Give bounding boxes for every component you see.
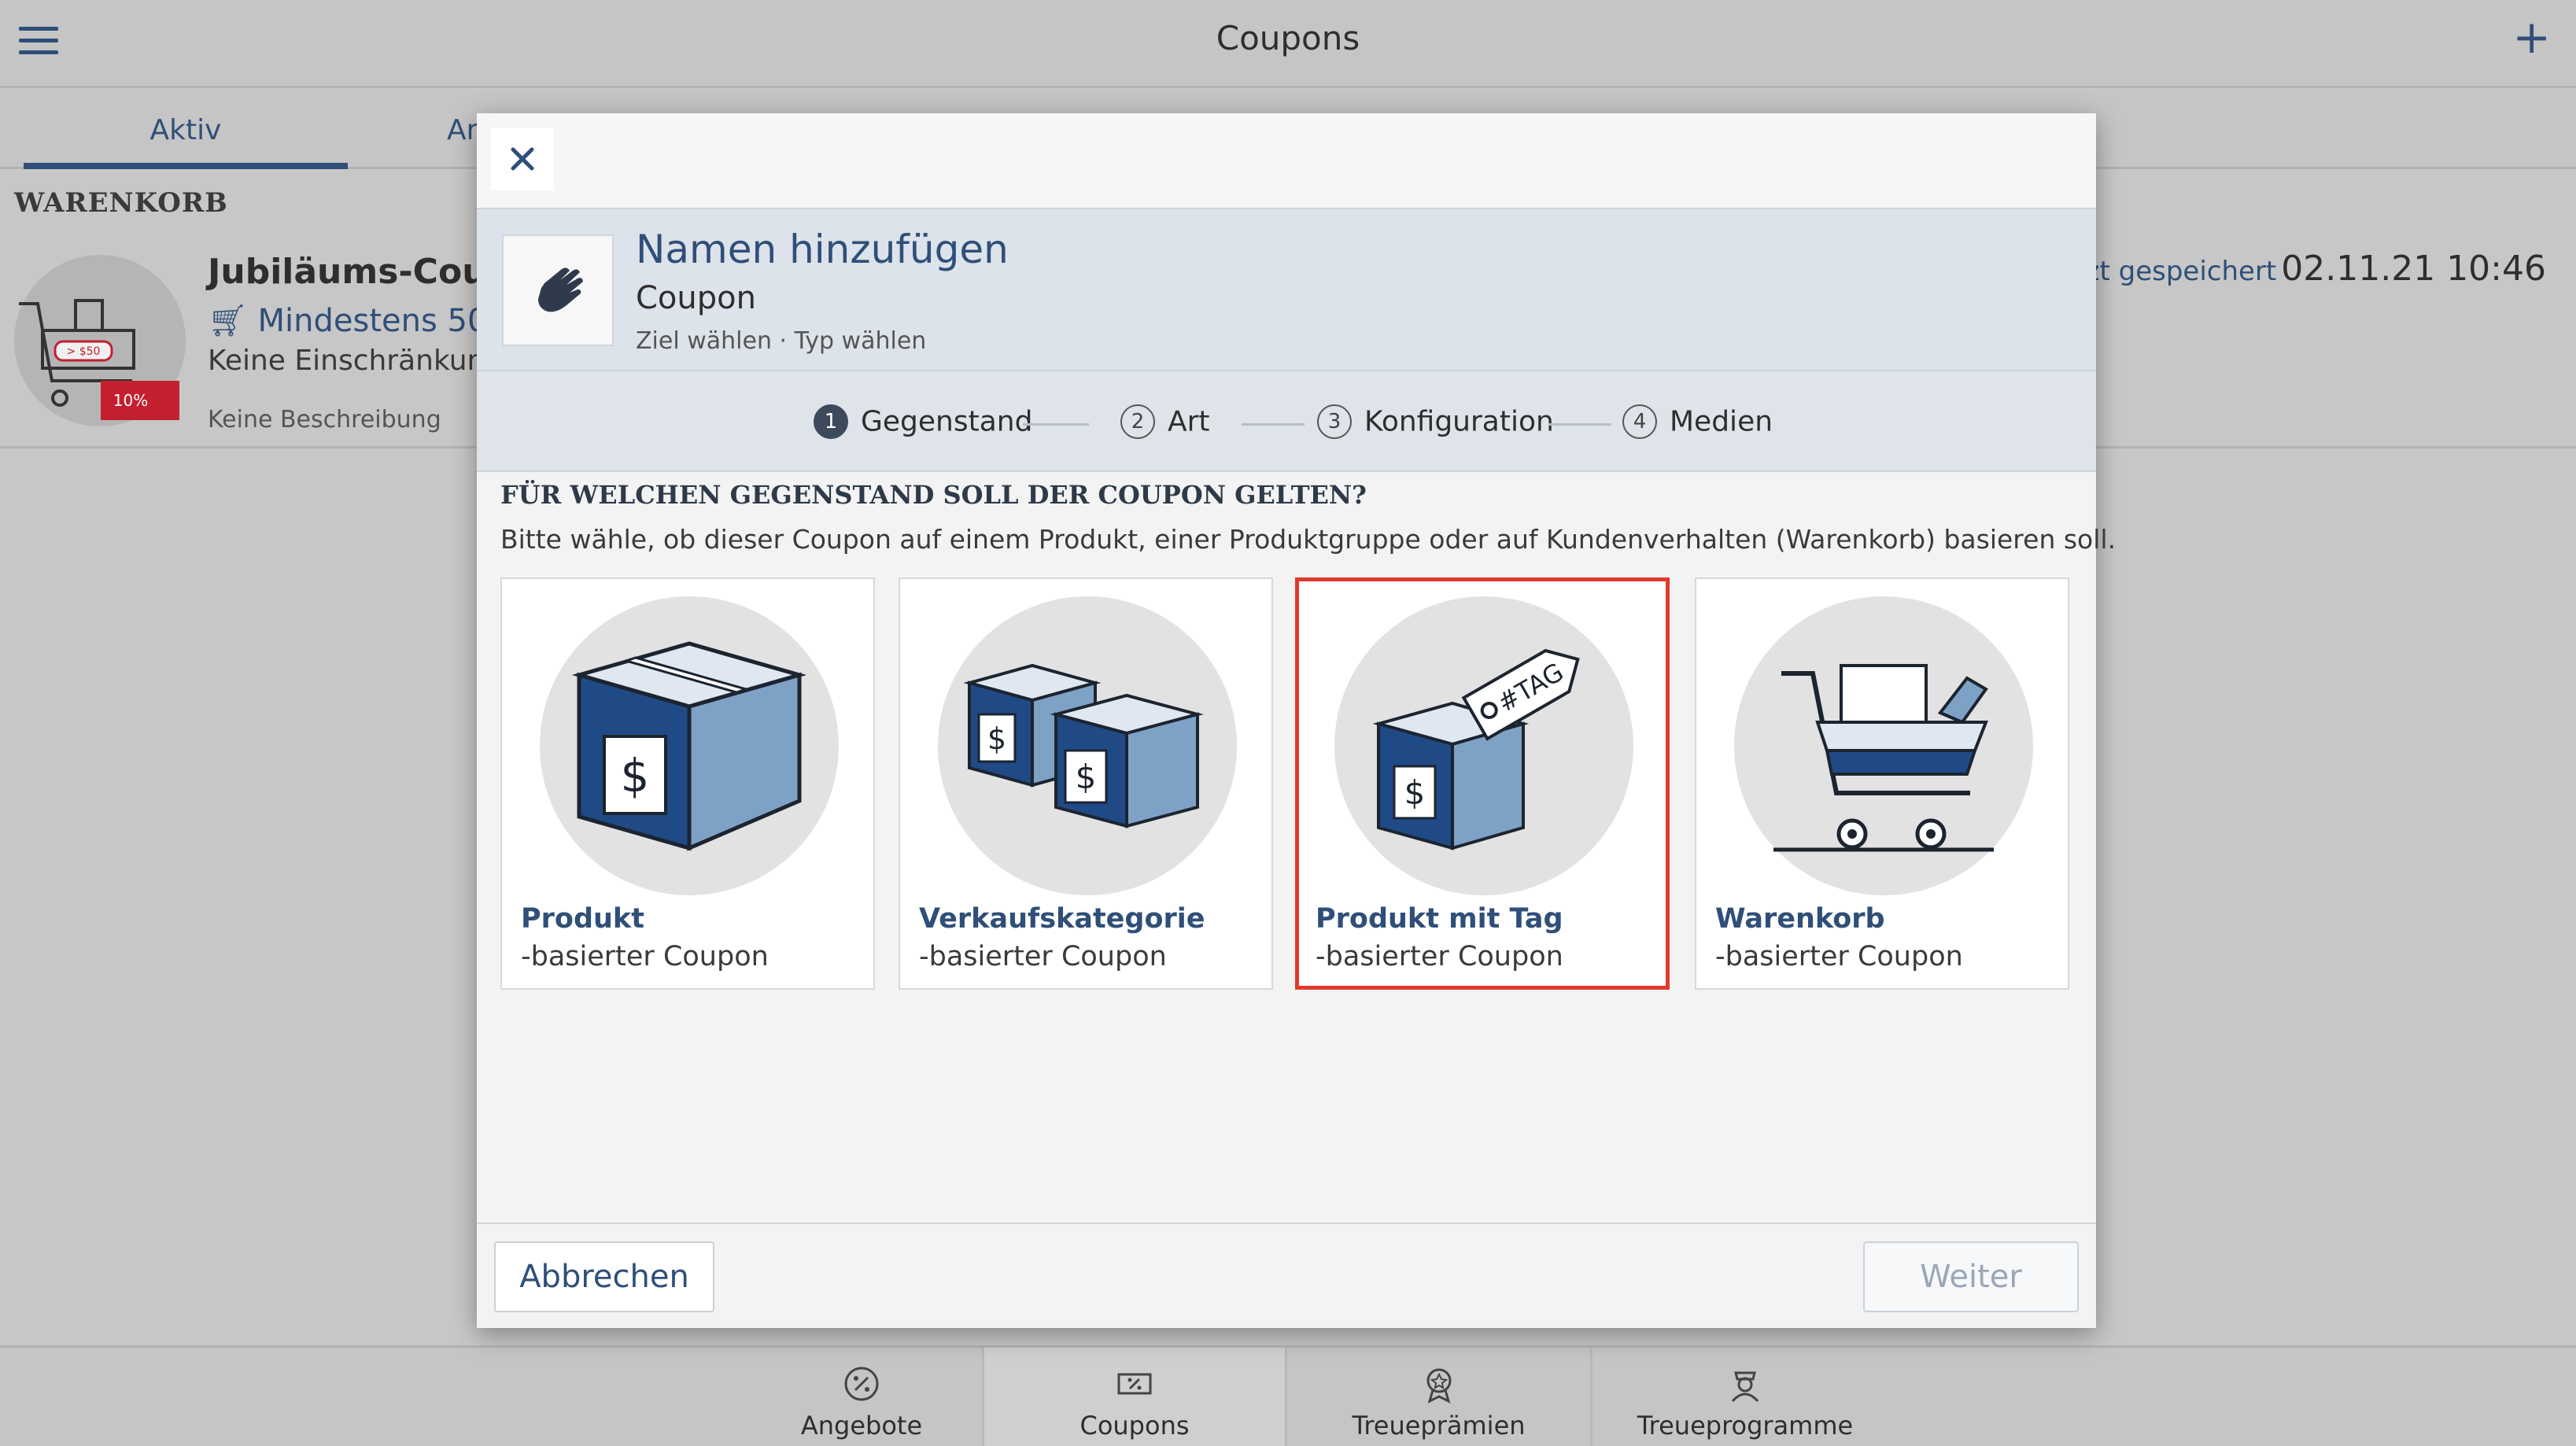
nav-treuepraemien[interactable]: Treueprämien bbox=[1287, 1348, 1592, 1446]
bottom-navigation: Angebote Coupons Treueprämien Treueprogr… bbox=[0, 1345, 2576, 1446]
step-medien: 4 Medien bbox=[1622, 404, 1773, 439]
step-connector bbox=[1548, 423, 1611, 426]
step-art: 2 Art bbox=[1120, 404, 1210, 439]
tagged-box-icon: $ #TAG bbox=[1334, 596, 1633, 895]
top-bar: Coupons + bbox=[0, 0, 2576, 88]
question-explanation: Bitte wähle, ob dieser Coupon auf einem … bbox=[500, 524, 2117, 555]
person-icon bbox=[1731, 1371, 1759, 1403]
plus-icon[interactable]: + bbox=[2512, 14, 2551, 60]
step-number: 3 bbox=[1317, 404, 1352, 439]
option-title: Verkaufskategorie bbox=[919, 903, 1205, 935]
option-title: Produkt mit Tag bbox=[1316, 903, 1563, 935]
last-saved: zuletzt gespeichert 02.11.21 10:46 bbox=[2021, 249, 2546, 289]
option-title: Produkt bbox=[521, 903, 644, 935]
option-title: Warenkorb bbox=[1715, 903, 1885, 935]
coupon-thumbnail: > $50 10% bbox=[14, 255, 186, 426]
cart-discount-icon: > $50 10% bbox=[19, 299, 179, 420]
category-boxes-icon: $ $ bbox=[938, 596, 1237, 895]
dollar-sign: $ bbox=[621, 749, 650, 802]
next-button[interactable]: Weiter bbox=[1863, 1241, 2079, 1312]
section-label: WARENKORB bbox=[14, 187, 228, 219]
step-konfiguration: 3 Konfiguration bbox=[1317, 404, 1554, 439]
tab-aktiv[interactable]: Aktiv bbox=[24, 114, 348, 169]
step-number: 1 bbox=[814, 404, 848, 439]
dollar-sign: $ bbox=[987, 721, 1006, 756]
product-box-icon: $ bbox=[540, 596, 839, 895]
step-label: Konfiguration bbox=[1364, 405, 1554, 438]
cart-small-icon: 🛒︎ bbox=[208, 303, 258, 339]
step-label: Art bbox=[1168, 405, 1210, 438]
option-subtitle: -basierter Coupon bbox=[1316, 941, 1563, 972]
nav-angebote[interactable]: Angebote bbox=[740, 1348, 984, 1446]
nav-treuepraemien-label: Treueprämien bbox=[1352, 1411, 1526, 1440]
dollar-sign: $ bbox=[1076, 758, 1097, 796]
thumb-discount-label: 10% bbox=[113, 391, 148, 410]
nav-treueprogramme-label: Treueprogramme bbox=[1637, 1411, 1854, 1440]
option-subtitle: -basierter Coupon bbox=[1715, 941, 1963, 972]
dialog-header: Namen hinzufügen Coupon Ziel wählen · Ty… bbox=[477, 208, 2096, 371]
dialog-footer: Abbrechen Weiter bbox=[477, 1223, 2096, 1328]
step-gegenstand: 1 Gegenstand bbox=[814, 404, 1032, 439]
option-verkaufskategorie[interactable]: $ $ Verkaufskategorie -basierter Coupon bbox=[899, 577, 1273, 990]
dialog-subtitle: Coupon bbox=[636, 280, 756, 316]
nav-angebote-label: Angebote bbox=[800, 1411, 923, 1440]
step-number: 4 bbox=[1622, 404, 1657, 439]
close-icon bbox=[511, 147, 534, 171]
step-label: Medien bbox=[1670, 405, 1773, 438]
tab-other[interactable]: Ar bbox=[447, 114, 478, 146]
shopping-cart-icon bbox=[1734, 596, 2033, 895]
award-icon bbox=[1426, 1368, 1451, 1404]
nav-coupons-label: Coupons bbox=[1079, 1411, 1190, 1440]
page-title: Coupons bbox=[1216, 19, 1360, 57]
nav-coupons[interactable]: Coupons bbox=[982, 1348, 1287, 1446]
breadcrumb: Ziel wählen · Typ wählen bbox=[636, 327, 927, 355]
dollar-sign: $ bbox=[1404, 773, 1426, 812]
thumb-price-label: > $50 bbox=[67, 345, 101, 358]
dialog-topbar bbox=[477, 113, 2096, 208]
close-button[interactable] bbox=[491, 127, 554, 190]
option-subtitle: -basierter Coupon bbox=[919, 941, 1167, 972]
hand-icon bbox=[502, 234, 614, 346]
nav-treueprogramme[interactable]: Treueprogramme bbox=[1592, 1348, 1898, 1446]
percent-badge-icon bbox=[844, 1367, 879, 1401]
step-connector bbox=[1023, 423, 1089, 426]
option-produkt-mit-tag[interactable]: $ #TAG Produkt mit Tag -basierter Coupon bbox=[1295, 577, 1670, 990]
coupon-description: Keine Beschreibung bbox=[208, 406, 441, 433]
option-produkt[interactable]: $ Produkt -basierter Coupon bbox=[500, 577, 875, 990]
step-number: 2 bbox=[1120, 404, 1155, 439]
dialog-title: Namen hinzufügen bbox=[636, 227, 1009, 272]
wizard-stepper: 1 Gegenstand 2 Art 3 Konfiguration 4 Medien bbox=[477, 371, 2096, 472]
option-warenkorb[interactable]: Warenkorb -basierter Coupon bbox=[1695, 577, 2069, 990]
question-heading: FÜR WELCHEN GEGENSTAND SOLL DER COUPON G… bbox=[500, 480, 1367, 510]
option-subtitle: -basierter Coupon bbox=[521, 941, 769, 972]
coupon-icon bbox=[1117, 1373, 1152, 1395]
step-connector bbox=[1242, 423, 1305, 426]
cancel-button[interactable]: Abbrechen bbox=[494, 1241, 714, 1312]
last-saved-value: 02.11.21 10:46 bbox=[2281, 249, 2546, 289]
coupon-wizard-dialog: Namen hinzufügen Coupon Ziel wählen · Ty… bbox=[477, 113, 2116, 1328]
step-label: Gegenstand bbox=[861, 405, 1033, 438]
